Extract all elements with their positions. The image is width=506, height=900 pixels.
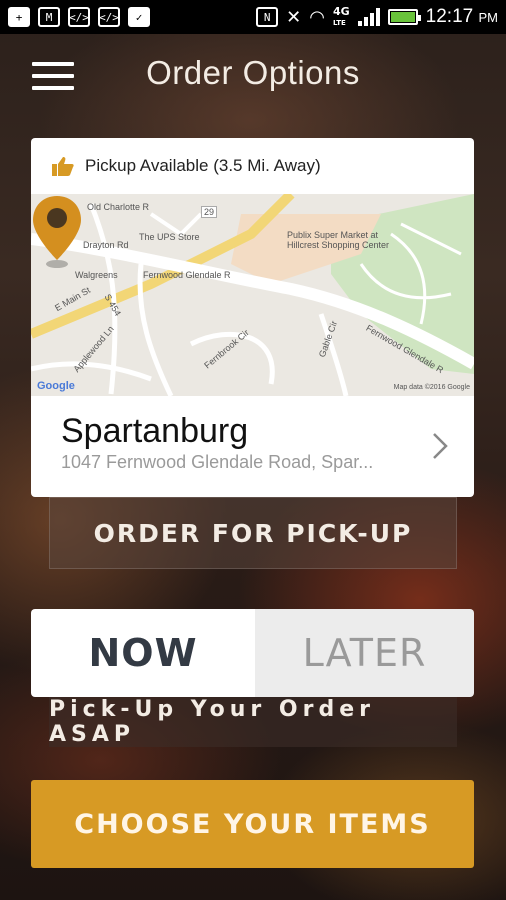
location-card: Pickup Available (3.5 Mi. Away) Old Char… [31,138,474,497]
tab-now[interactable]: NOW [31,609,255,697]
tab-later[interactable]: LATER [255,609,474,697]
store-selector[interactable]: Spartanburg 1047 Fernwood Glendale Road,… [31,396,474,497]
store-map[interactable]: Old Charlotte R 29 The UPS Store Publix … [31,194,474,396]
app-header: Order Options [0,34,506,120]
battery-icon [387,9,421,25]
map-graphic [31,194,474,396]
tab-later-label: LATER [302,631,427,675]
thumbs-up-icon [52,157,74,176]
nfc-icon: N [256,7,279,27]
notification-icons: + M </> </> ✓ [8,7,150,27]
map-label-fernwood: Fernwood Glendale R [143,270,231,280]
map-label-drayton: Drayton Rd [83,240,129,250]
network-sub-label: LTE [332,18,346,27]
map-label-publix: Publix Super Market at [287,230,379,240]
clock-ampm: PM [478,10,499,25]
timing-hint-label: Pick-Up Your Order ASAP [49,697,376,747]
google-logo: Google [37,380,75,392]
clock: 12:17 PM [426,6,498,28]
signal-icon [357,8,380,26]
system-icons: N ✕ ◠ 4G LTE 12:17 PM [256,6,498,28]
map-label-hillcrest: Hillcrest Shopping Center [287,240,390,250]
network-type: 4G LTE [332,4,350,28]
store-name: Spartanburg [61,412,249,450]
network-label: 4G [332,4,350,18]
timing-toggle: NOW LATER [31,609,474,697]
map-label-ups: The UPS Store [139,232,200,242]
pickup-availability: Pickup Available (3.5 Mi. Away) [85,156,321,175]
order-type-button[interactable]: ORDER FOR PICK-UP [49,497,457,569]
choose-items-label: CHOOSE YOUR ITEMS [74,808,431,840]
status-bar: + M </> </> ✓ N ✕ ◠ 4G LTE 12:17 PM [0,0,506,34]
wifi-icon: ◠ [309,6,325,28]
timing-hint: Pick-Up Your Order ASAP [49,697,457,747]
map-attribution: Map data ©2016 Google [393,384,470,391]
tab-now-label: NOW [88,631,198,675]
chevron-right-icon [433,433,448,459]
choose-items-button[interactable]: CHOOSE YOUR ITEMS [31,780,474,868]
clock-time: 12:17 [425,6,474,27]
mail-icon: M [38,7,60,27]
order-type-label: ORDER FOR PICK-UP [93,518,413,548]
map-label-route: 29 [201,206,218,218]
mute-icon: ✕ [286,6,302,28]
add-icon: + [8,7,30,27]
map-label-walgreens: Walgreens [75,270,118,280]
availability-row: Pickup Available (3.5 Mi. Away) [31,138,474,194]
chat-icon: ✓ [128,7,150,27]
code-icon-2: </> [98,7,120,27]
code-icon: </> [68,7,90,27]
location-pin-icon [33,196,81,268]
map-label-old-charlotte: Old Charlotte R [87,202,150,212]
page-title: Order Options [146,54,360,91]
store-address: 1047 Fernwood Glendale Road, Spar... [61,452,374,472]
